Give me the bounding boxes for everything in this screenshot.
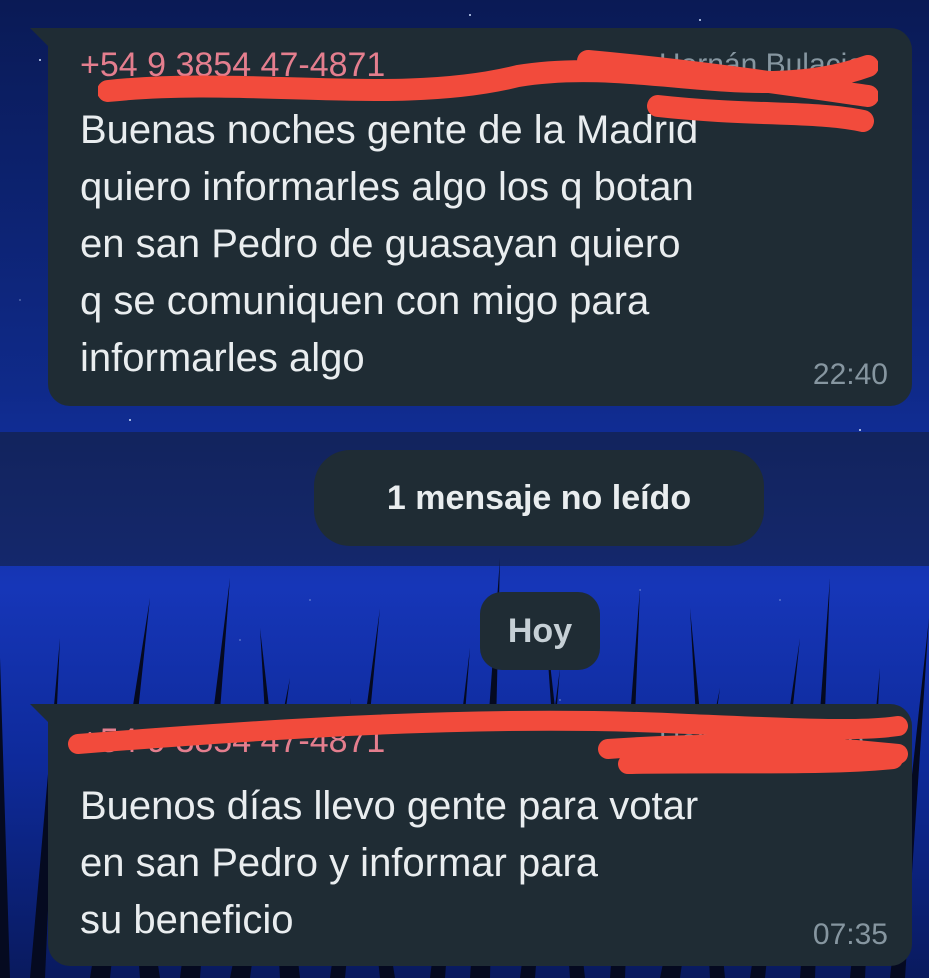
message-bubble-incoming[interactable]: +54 9 3854 47-4871 ~Hernán Bulacio Bueno…: [30, 704, 912, 966]
sender-phone[interactable]: +54 9 3854 47-4871: [80, 722, 385, 761]
message-timestamp: 22:40: [812, 358, 888, 391]
unread-messages-banner: 1 mensaje no leído: [314, 450, 764, 546]
message-text: Buenos días llevo gente para votar en sa…: [80, 784, 699, 942]
sender-alias: ~Hernán Bulacio: [641, 724, 864, 757]
bubble-tail: [30, 704, 52, 726]
sender-phone[interactable]: +54 9 3854 47-4871: [80, 46, 385, 85]
bubble-tail: [30, 28, 52, 50]
sender-alias: ~Hernán Bulacio: [641, 48, 864, 81]
message-timestamp: 07:35: [812, 918, 888, 951]
date-separator: Hoy: [480, 592, 600, 670]
message-text: Buenas noches gente de la Madrid quiero …: [80, 108, 699, 380]
message-bubble-incoming[interactable]: +54 9 3854 47-4871 ~Hernán Bulacio Buena…: [30, 28, 912, 406]
